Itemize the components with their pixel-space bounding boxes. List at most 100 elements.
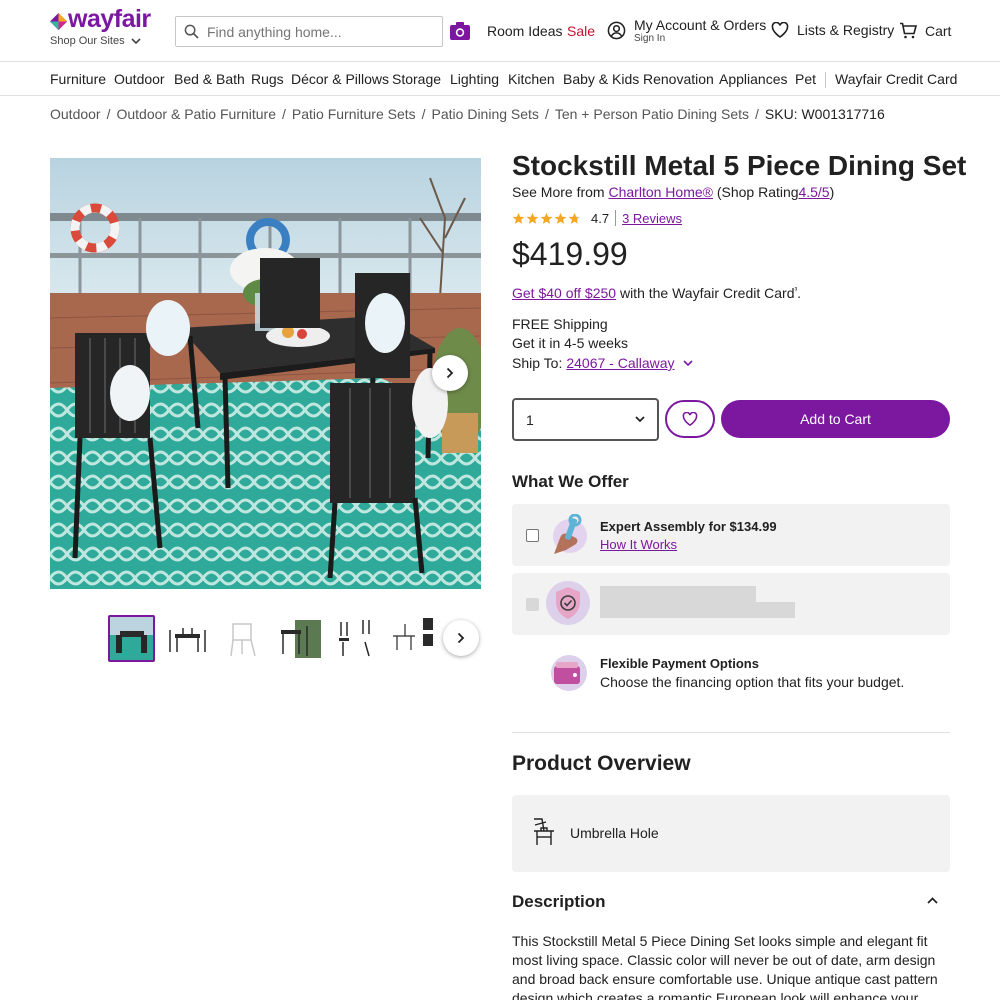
payment-options-title: Flexible Payment Options (600, 656, 759, 671)
shipping-label: FREE Shipping (512, 316, 608, 332)
account-menu[interactable]: My Account & Orders Sign In (607, 17, 766, 45)
nav-divider (825, 72, 826, 88)
shop-rating-close: ) (829, 184, 835, 200)
quantity-select[interactable]: 1 (512, 398, 659, 441)
cart-label: Cart (925, 22, 952, 39)
star-icon (526, 212, 539, 224)
quantity-value: 1 (526, 411, 534, 428)
thumbnail-1[interactable] (108, 615, 155, 662)
section-divider (512, 732, 950, 733)
breadcrumb: Outdoor / Outdoor & Patio Furniture / Pa… (50, 106, 885, 122)
breadcrumb-separator: / (106, 106, 111, 122)
nav-item-decor-pillows[interactable]: Décor & Pillows (291, 71, 389, 87)
breadcrumb-separator: / (755, 106, 759, 122)
star-half-icon (568, 212, 581, 224)
thumbnail-4[interactable] (276, 615, 323, 662)
nav-item-pet[interactable]: Pet (795, 71, 816, 87)
assembly-title: Expert Assembly for $134.99 (600, 519, 777, 534)
chevron-right-icon (457, 632, 465, 644)
what-we-offer-heading: What We Offer (512, 472, 629, 491)
feature-card: Umbrella Hole (512, 795, 950, 872)
nav-item-bed-bath[interactable]: Bed & Bath (174, 71, 245, 87)
description-text: This Stockstill Metal 5 Piece Dining Set… (512, 933, 938, 1000)
ship-to-row: Ship To: 24067 - Callaway (512, 355, 693, 371)
lists-registry-link[interactable]: Lists & Registry (771, 22, 894, 38)
logo-text: wayfair (68, 5, 151, 33)
breadcrumb-item[interactable]: Ten + Person Patio Dining Sets (555, 106, 749, 122)
room-ideas-link[interactable]: Room Ideas (487, 23, 562, 39)
breadcrumb-separator: / (544, 106, 549, 122)
chevron-down-icon[interactable] (682, 359, 693, 367)
thumbnail-2[interactable] (164, 615, 211, 662)
ship-to-location-link[interactable]: 24067 - Callaway (566, 355, 674, 371)
reviews-link[interactable]: 3 Reviews (622, 211, 682, 226)
sale-link[interactable]: Sale (567, 23, 595, 39)
star-icon (554, 212, 567, 224)
nav-item-furniture[interactable]: Furniture (50, 71, 106, 87)
breadcrumb-item[interactable]: Patio Furniture Sets (292, 106, 416, 122)
chevron-down-icon (635, 416, 645, 423)
nav-item-baby-kids[interactable]: Baby & Kids (563, 71, 639, 87)
account-title: My Account & Orders (634, 17, 767, 33)
credit-offer: Get $40 off $250 with the Wayfair Credit… (512, 285, 801, 301)
site-header: wayfair Shop Our Sites Room Ideas Sale M… (0, 0, 1000, 62)
wayfair-logo[interactable]: wayfair (50, 5, 160, 33)
nav-item-renovation[interactable]: Renovation (643, 71, 714, 87)
heart-icon (682, 412, 698, 426)
dining-set-photo (50, 158, 481, 589)
how-it-works-link[interactable]: How It Works (600, 537, 677, 552)
payment-options-subtitle: Choose the financing option that fits yo… (600, 674, 905, 690)
nav-item-storage[interactable]: Storage (392, 71, 441, 87)
nav-item-outdoor[interactable]: Outdoor (114, 71, 165, 87)
shop-sites-label: Shop Our Sites (50, 35, 125, 47)
thumbnail-5[interactable] (332, 615, 379, 662)
breadcrumb-item[interactable]: Outdoor (50, 106, 101, 122)
nav-item-appliances[interactable]: Appliances (719, 71, 788, 87)
thumbnail-3[interactable] (220, 615, 267, 662)
add-to-cart-button[interactable]: Add to Cart (721, 400, 950, 438)
thumbnail-6[interactable] (388, 615, 435, 662)
logo-mark-icon (50, 13, 67, 30)
user-icon (607, 21, 626, 40)
rating-divider (615, 210, 617, 226)
credit-end: . (797, 285, 802, 301)
thumbnail-strip (108, 615, 435, 662)
protection-offer-loading (512, 573, 950, 635)
star-icon (512, 212, 525, 224)
nav-item-credit-card[interactable]: Wayfair Credit Card (835, 71, 957, 87)
thumbnail-next-button[interactable] (443, 620, 479, 656)
brand-link[interactable]: Charlton Home® (608, 184, 712, 200)
shop-our-sites-menu[interactable]: Shop Our Sites (50, 35, 141, 47)
nav-item-rugs[interactable]: Rugs (251, 71, 284, 87)
product-price: $419.99 (512, 236, 628, 272)
search-bar (175, 16, 443, 47)
product-overview-heading: Product Overview (512, 752, 691, 775)
camera-search-icon[interactable] (449, 20, 471, 42)
sku-label: SKU: W001317716 (764, 106, 885, 122)
image-next-button[interactable] (432, 355, 468, 391)
add-to-favorites-button[interactable] (665, 400, 715, 438)
description-heading[interactable]: Description (512, 892, 606, 912)
brand-line: See More from Charlton Home® (Shop Ratin… (512, 184, 834, 200)
breadcrumb-separator: / (282, 106, 286, 122)
nav-item-lighting[interactable]: Lighting (450, 71, 499, 87)
product-main-image[interactable] (50, 158, 481, 589)
protection-checkbox[interactable] (526, 598, 539, 611)
product-title: Stockstill Metal 5 Piece Dining Set (512, 150, 967, 181)
shop-rating-link[interactable]: 4.5/5 (798, 184, 829, 200)
breadcrumb-item[interactable]: Patio Dining Sets (432, 106, 539, 122)
nav-item-kitchen[interactable]: Kitchen (508, 71, 555, 87)
wallet-icon (551, 655, 587, 691)
wrench-hand-icon (553, 514, 587, 554)
search-input[interactable] (207, 23, 427, 40)
cart-link[interactable]: Cart (899, 22, 951, 39)
chevron-up-icon[interactable] (927, 897, 938, 904)
assembly-checkbox[interactable] (526, 529, 539, 542)
breadcrumb-separator: / (421, 106, 426, 122)
breadcrumb-item[interactable]: Outdoor & Patio Furniture (116, 106, 276, 122)
sign-in-link[interactable]: Sign In (634, 33, 766, 45)
rating-value: 4.7 (591, 210, 610, 226)
category-nav: Furniture Outdoor Bed & Bath Rugs Décor … (0, 62, 1000, 96)
credit-offer-link[interactable]: Get $40 off $250 (512, 285, 616, 301)
credit-offer-text: with the Wayfair Credit Card (619, 285, 795, 301)
